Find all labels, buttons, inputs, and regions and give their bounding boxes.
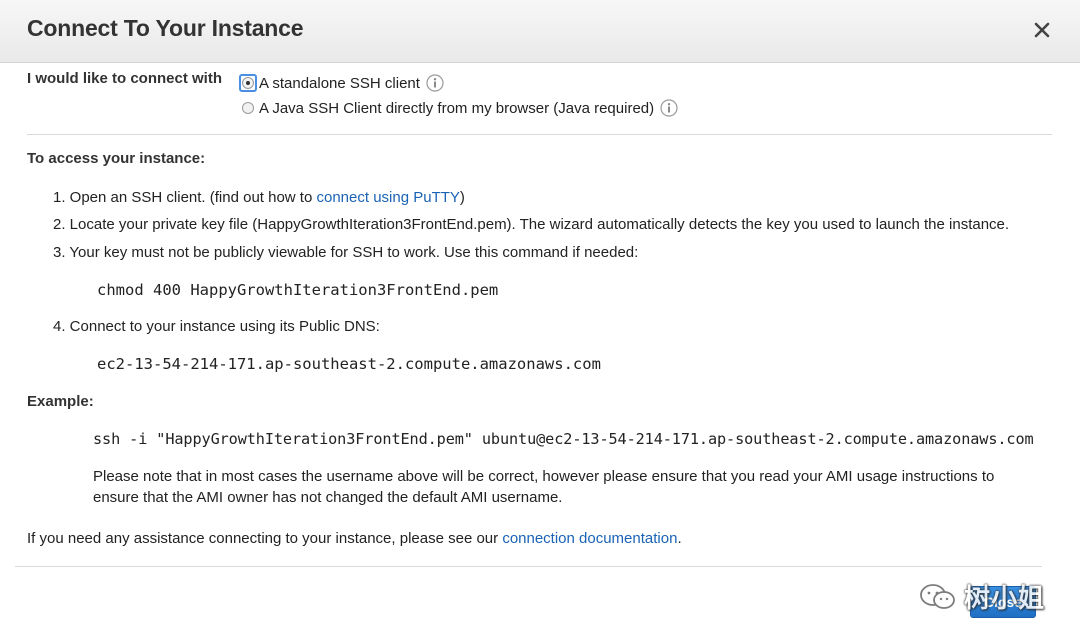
option-standalone-ssh[interactable]: A standalone SSH client (239, 72, 444, 94)
step-1-suffix: ) (459, 189, 465, 206)
radio-java-ssh[interactable] (242, 102, 254, 114)
example-heading: Example: (27, 393, 94, 410)
footer-divider (15, 566, 1042, 567)
access-heading: To access your instance: (27, 150, 206, 167)
step-1-text: 1. Open an SSH client. (find out how to (53, 189, 317, 206)
info-icon[interactable] (660, 99, 678, 117)
close-icon[interactable] (1030, 18, 1054, 42)
radio-focus-ring[interactable] (239, 74, 257, 92)
step-4: 4. Connect to your instance using its Pu… (53, 318, 380, 335)
step-3: 3. Your key must not be publicly viewabl… (53, 244, 639, 261)
assistance-suffix: . (677, 530, 682, 547)
radio-standalone-ssh[interactable] (242, 77, 254, 89)
dialog-header: Connect To Your Instance (0, 0, 1080, 63)
putty-link[interactable]: connect using PuTTY (316, 189, 459, 206)
dialog-title: Connect To Your Instance (27, 15, 304, 41)
assistance-prefix: If you need any assistance connecting to… (27, 530, 503, 547)
option-java-ssh-label: A Java SSH Client directly from my brows… (259, 99, 655, 117)
step-2: 2. Locate your private key file (HappyGr… (53, 216, 1010, 233)
watermark-text: 树小姐 (964, 583, 1046, 613)
watermark: 树小姐 (918, 578, 1045, 615)
option-java-ssh[interactable]: A Java SSH Client directly from my brows… (239, 97, 678, 119)
note-line-2: ensure that the AMI owner has not change… (93, 489, 563, 506)
ssh-command: ssh -i "HappyGrowthIteration3FrontEnd.pe… (93, 430, 1034, 448)
connect-with-label: I would like to connect with (27, 70, 223, 87)
note-line-1: Please note that in most cases the usern… (93, 468, 995, 485)
option-standalone-ssh-label: A standalone SSH client (259, 74, 420, 92)
public-dns: ec2-13-54-214-171.ap-southeast-2.compute… (97, 355, 601, 373)
step-1: 1. Open an SSH client. (find out how to … (53, 189, 465, 206)
wechat-icon (918, 582, 958, 612)
chmod-command: chmod 400 HappyGrowthIteration3FrontEnd.… (97, 281, 499, 299)
radio-wrapper (239, 102, 257, 114)
assistance-text: If you need any assistance connecting to… (27, 530, 682, 547)
connection-documentation-link[interactable]: connection documentation (502, 530, 677, 547)
section-divider (27, 134, 1052, 135)
info-icon[interactable] (426, 74, 444, 92)
